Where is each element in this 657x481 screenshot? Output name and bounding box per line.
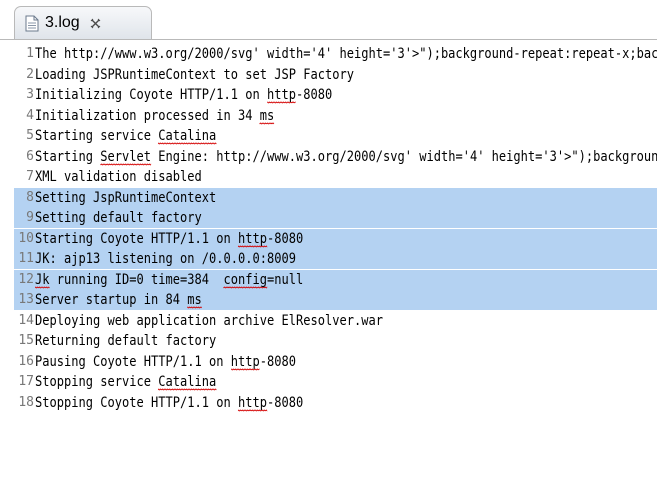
spelling-underline: http [237,394,267,412]
spelling-underline: config [223,271,267,289]
line-number: 11 [18,251,34,266]
editor-line[interactable]: 6 Starting Servlet Engine: http://www.w3.… [14,147,657,167]
line-number: 7 [26,169,34,184]
spelling-underline: Catalina [158,128,217,145]
editor-line[interactable]: 10 Starting Coyote HTTP/1.1 on http-8080 [14,228,657,249]
line-text: Initializing Coyote HTTP/1.1 on http-808… [35,87,333,104]
spelling-underline: Jk [35,271,50,289]
editor-line[interactable]: 5 Starting service Catalina [14,126,657,146]
line-text: JK: ajp13 listening on /0.0.0.0:8009 [35,251,296,267]
line-text: Loading JSPRuntimeContext to set JSP Fac… [35,66,354,83]
line-text: Setting default factory [35,210,202,226]
editor-line[interactable]: 18 Stopping Coyote HTTP/1.1 on http-8080 [14,393,657,413]
editor-line[interactable]: 16 Pausing Coyote HTTP/1.1 on http-8080 [14,352,657,372]
spelling-underline: http [63,46,93,62]
editor-line[interactable]: 13 Server startup in 84 ms [14,290,657,310]
editor-tab-bar: 3.log [0,0,657,40]
line-text: Stopping service Catalina [35,374,217,391]
spelling-underline: ms [187,292,202,309]
line-number: 18 [18,394,34,410]
editor-tab-3-log[interactable]: 3.log [14,6,152,40]
line-number: 17 [18,374,34,389]
editor-line[interactable]: 2 Loading JSPRuntimeContext to set JSP Fa… [14,65,657,85]
spelling-underline: Servlet [100,148,151,166]
line-text: The http://www.w3.org/2000/svg' width='4… [35,46,657,62]
line-number: 10 [18,230,34,246]
editor-line[interactable]: 15 Returning default factory [14,331,657,351]
line-text: Setting JspRuntimeContext [35,189,217,206]
line-text: Initialization processed in 34 ms [35,107,275,125]
line-number: 16 [18,353,34,369]
line-text: Stopping Coyote HTTP/1.1 on http-8080 [35,394,304,412]
editor-line[interactable]: 12 Jk running ID=0 time=384 config=null [14,269,657,290]
spelling-underline: Catalina [158,374,217,391]
line-number: 4 [26,107,34,123]
spelling-underline: http [237,230,267,248]
editor-line[interactable]: 17 Stopping service Catalina [14,372,657,392]
line-text: Jk running ID=0 time=384 config=null [35,271,304,289]
spelling-underline: ms [259,107,275,125]
line-number: 6 [26,148,34,164]
tab-title: 3.log [45,14,80,31]
close-tab-icon[interactable] [90,18,101,29]
line-text: XML validation disabled [35,169,202,185]
editor-line[interactable]: 4 Initialization processed in 34 ms [14,106,657,126]
editor-line[interactable]: 1 The http://www.w3.org/2000/svg' width='… [14,44,657,64]
line-number: 5 [26,128,34,143]
line-number: 1 [26,46,34,61]
line-text: Starting service Catalina [35,128,217,145]
text-editor[interactable]: 1 The http://www.w3.org/2000/svg' width='… [14,40,657,481]
line-text: Starting Servlet Engine: http://www.w3.o… [35,148,657,166]
editor-line[interactable]: 7 XML validation disabled [14,167,657,187]
editor-line[interactable]: 8 Setting JspRuntimeContext [14,187,657,208]
line-text: Server startup in 84 ms [35,292,202,309]
line-number: 13 [18,292,34,307]
line-text: Deploying web application archive ElReso… [35,312,383,329]
editor-line[interactable]: 9 Setting default factory [14,208,657,228]
editor-line[interactable]: 14 Deploying web application archive ElRe… [14,311,657,331]
line-text: Returning default factory [35,333,217,349]
editor-line[interactable]: 3 Initializing Coyote HTTP/1.1 on http-80… [14,85,657,105]
line-number: 3 [26,87,34,102]
line-text: Pausing Coyote HTTP/1.1 on http-8080 [35,353,296,371]
spelling-underline: http [216,148,246,165]
line-number: 12 [18,271,34,287]
spelling-underline: http [266,87,296,104]
line-number: 15 [18,333,34,348]
line-number: 8 [26,189,34,205]
text-file-icon [25,15,39,32]
line-number: 2 [26,66,34,82]
spelling-underline: http [230,353,260,371]
line-text: Starting Coyote HTTP/1.1 on http-8080 [35,230,304,248]
editor-line[interactable]: 11 JK: ajp13 listening on /0.0.0.0:8009 [14,249,657,269]
line-number: 14 [18,312,34,328]
line-number: 9 [26,210,34,225]
